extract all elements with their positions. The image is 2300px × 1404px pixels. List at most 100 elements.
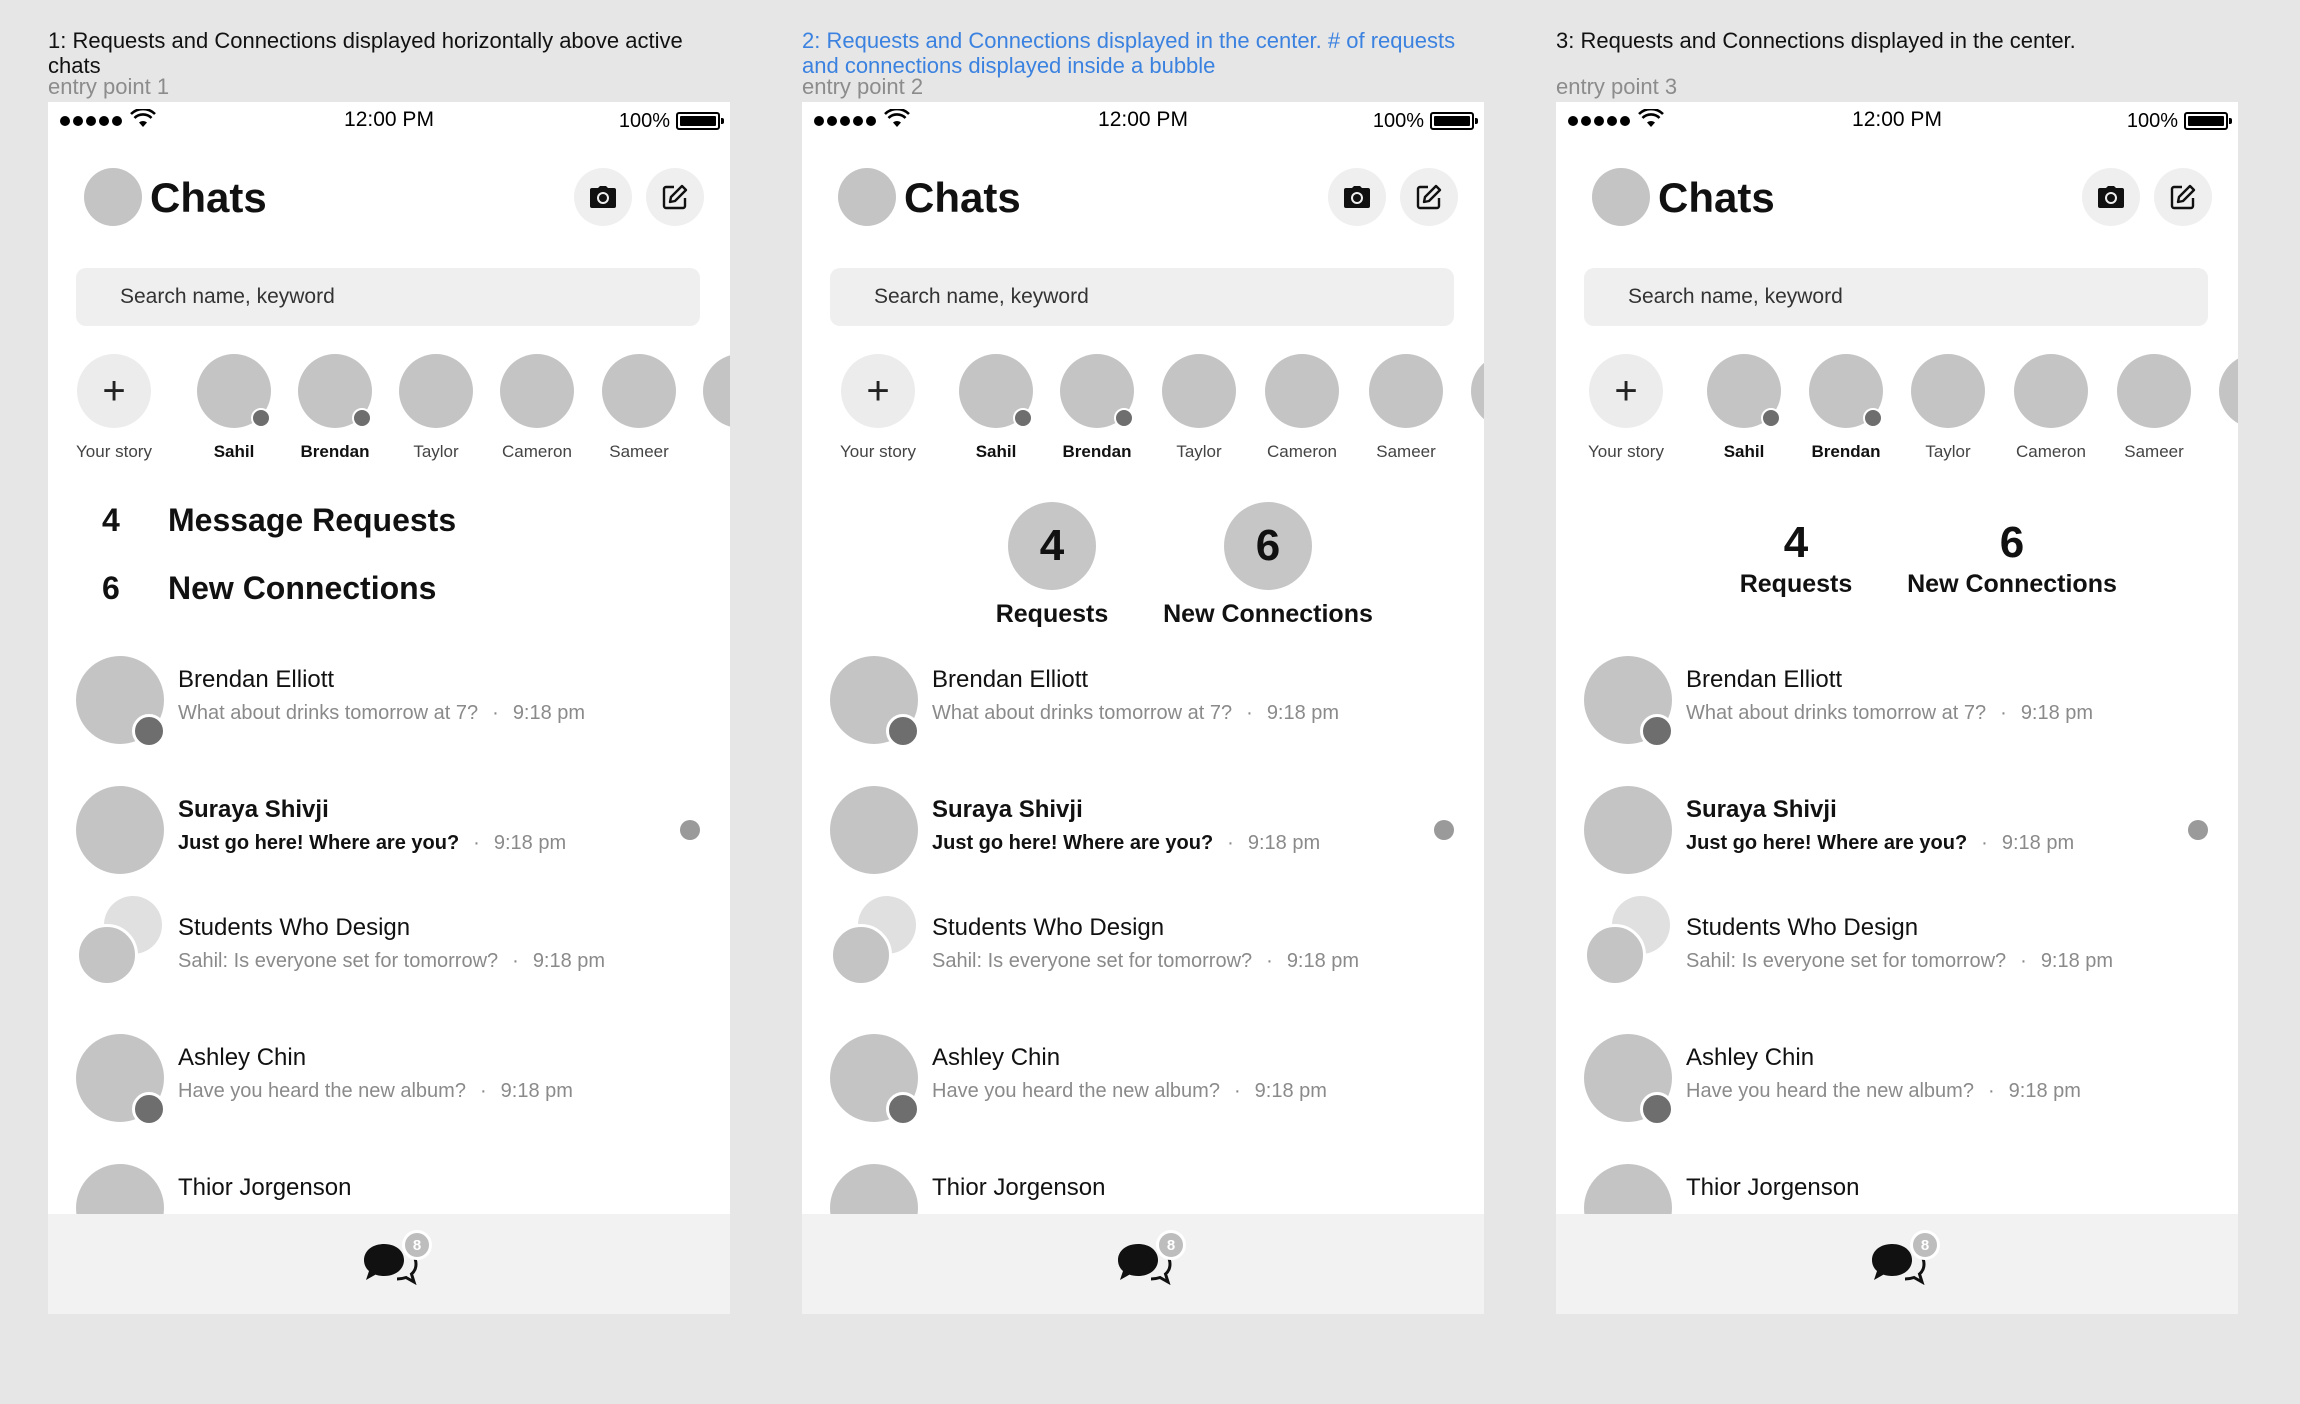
story-item[interactable]: Sahil — [946, 354, 1046, 462]
story-name: Your story — [1588, 442, 1664, 461]
story-item[interactable]: Sahil — [184, 354, 284, 462]
search-bar[interactable] — [1584, 268, 2208, 326]
unread-dot — [2188, 820, 2208, 840]
new-connections-row[interactable]: 6 New Connections — [102, 570, 436, 607]
camera-button[interactable] — [2082, 168, 2140, 226]
story-your-story[interactable]: + Your story — [64, 354, 164, 462]
story-item[interactable]: Brendan — [1796, 354, 1896, 462]
chat-preview: What about drinks tomorrow at 7? · 9:18 pm — [1686, 702, 2094, 724]
plus-icon: + — [841, 354, 915, 428]
battery-icon — [676, 112, 724, 130]
search-input[interactable] — [1584, 268, 2208, 326]
chat-row[interactable]: Students Who Design Sahil: Is everyone se… — [1556, 896, 2238, 1004]
camera-icon — [590, 186, 616, 208]
story-item[interactable]: Cameron — [487, 354, 587, 462]
chat-preview: Just go here! Where are you? · 9:18 pm — [1686, 832, 2075, 854]
chat-row[interactable]: Suraya Shivji Just go here! Where are you… — [802, 786, 1484, 886]
profile-avatar[interactable] — [1592, 168, 1650, 226]
avatar — [2014, 354, 2088, 428]
avatar — [76, 656, 166, 748]
chat-row[interactable]: Ashley Chin Have you heard the new album?… — [802, 1034, 1484, 1134]
story-item[interactable]: Sameer — [1356, 354, 1456, 462]
chat-preview: Sahil: Is everyone set for tomorrow? · 9:1… — [1686, 950, 2114, 972]
avatar — [1060, 354, 1134, 428]
search-input[interactable] — [830, 268, 1454, 326]
avatar — [1707, 354, 1781, 428]
chat-row[interactable]: Students Who Design Sahil: Is everyone se… — [48, 896, 730, 1004]
profile-avatar[interactable] — [838, 168, 896, 226]
story-item[interactable]: Sahil — [1694, 354, 1794, 462]
active-dot — [1761, 408, 1781, 428]
connections-count: 6 — [102, 570, 120, 606]
story-item[interactable]: Taylor — [386, 354, 486, 462]
phone-screen: 12:00 PM 100% Chats + Your story Sahil Br… — [802, 102, 1484, 1314]
chat-name: Thior Jorgenson — [932, 1174, 1106, 1201]
chat-name: Ashley Chin — [932, 1044, 1061, 1071]
search-bar[interactable] — [76, 268, 700, 326]
chat-row[interactable]: Suraya Shivji Just go here! Where are you… — [48, 786, 730, 886]
story-item[interactable]: Taylor — [1149, 354, 1249, 462]
tab-bar: 8 — [48, 1214, 730, 1314]
story-name: Taylor — [413, 442, 459, 461]
profile-avatar[interactable] — [84, 168, 142, 226]
avatar — [1369, 354, 1443, 428]
story-item[interactable] — [1458, 354, 1484, 428]
story-item[interactable]: Sameer — [2104, 354, 2204, 462]
story-item[interactable]: Cameron — [1252, 354, 1352, 462]
chat-name: Ashley Chin — [178, 1044, 307, 1071]
status-bar: 12:00 PM 100% — [48, 102, 730, 138]
chat-name: Suraya Shivji — [932, 796, 1083, 823]
avatar — [197, 354, 271, 428]
avatar — [602, 354, 676, 428]
story-item[interactable]: A — [690, 354, 730, 462]
story-item[interactable]: Brendan — [1047, 354, 1147, 462]
panel-caption: 1: Requests and Connections displayed ho… — [48, 28, 683, 78]
camera-button[interactable] — [1328, 168, 1386, 226]
connections-label: New Connections — [1907, 570, 2117, 598]
story-your-story[interactable]: + Your story — [1576, 354, 1676, 462]
battery-icon — [2184, 112, 2232, 130]
connections-stat[interactable]: 6 New Connections — [1138, 502, 1398, 629]
chat-name: Students Who Design — [932, 914, 1165, 941]
chat-row[interactable]: Ashley Chin Have you heard the new album?… — [48, 1034, 730, 1134]
phone-screen: 12:00 PM 100% Chats + Your story Sahil Br… — [1556, 102, 2238, 1314]
compose-icon — [2170, 184, 2196, 210]
story-your-story[interactable]: + Your story — [828, 354, 928, 462]
avatar — [2117, 354, 2191, 428]
page-title: Chats — [904, 174, 1021, 221]
chat-badge: 8 — [402, 1230, 432, 1260]
camera-button[interactable] — [574, 168, 632, 226]
chat-preview: What about drinks tomorrow at 7? · 9:18 pm — [932, 702, 1340, 724]
connections-stat[interactable]: 6 New Connections — [1882, 518, 2142, 599]
story-item[interactable]: Taylor — [1898, 354, 1998, 462]
avatar — [1584, 656, 1674, 748]
chat-row[interactable]: Brendan Elliott What about drinks tomorro… — [48, 656, 730, 756]
chat-row[interactable]: Suraya Shivji Just go here! Where are you… — [1556, 786, 2238, 886]
chat-name: Ashley Chin — [1686, 1044, 1815, 1071]
compose-button[interactable] — [2154, 168, 2212, 226]
story-item[interactable]: Brendan — [285, 354, 385, 462]
chat-name: Brendan Elliott — [178, 666, 335, 693]
message-requests-row[interactable]: 4 Message Requests — [102, 502, 456, 539]
requests-stat[interactable]: 4 Requests — [962, 502, 1142, 629]
avatar — [500, 354, 574, 428]
avatar — [76, 786, 164, 874]
compose-button[interactable] — [1400, 168, 1458, 226]
story-item[interactable]: Cameron — [2001, 354, 2101, 462]
chat-row[interactable]: Ashley Chin Have you heard the new album?… — [1556, 1034, 2238, 1134]
story-name: A — [690, 442, 730, 462]
chat-row[interactable]: Students Who Design Sahil: Is everyone se… — [802, 896, 1484, 1004]
tab-bar: 8 — [802, 1214, 1484, 1314]
unread-dot — [680, 820, 700, 840]
chat-row[interactable]: Brendan Elliott What about drinks tomorro… — [1556, 656, 2238, 756]
panel-entry-point-3: 3: Requests and Connections displayed in… — [1556, 0, 2238, 1404]
chat-row[interactable]: Brendan Elliott What about drinks tomorro… — [802, 656, 1484, 756]
compose-button[interactable] — [646, 168, 704, 226]
search-input[interactable] — [76, 268, 700, 326]
story-item[interactable] — [2206, 354, 2238, 428]
story-item[interactable]: Sameer — [589, 354, 689, 462]
requests-stat[interactable]: 4 Requests — [1706, 518, 1886, 599]
story-name: Sahil — [1723, 442, 1765, 461]
search-bar[interactable] — [830, 268, 1454, 326]
connections-label: New Connections — [1163, 600, 1373, 628]
